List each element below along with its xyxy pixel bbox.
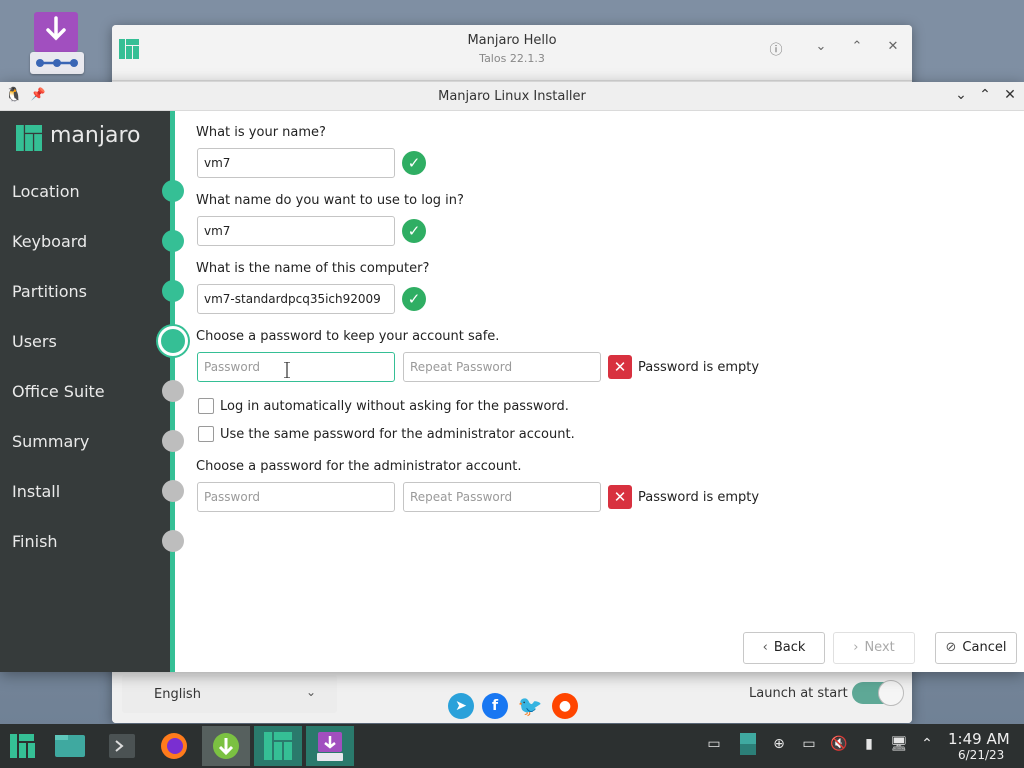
launch-at-start-label: Launch at start — [749, 686, 848, 701]
step-keyboard: Keyboard — [12, 232, 88, 251]
autologin-checkbox[interactable] — [198, 398, 214, 414]
firefox-icon[interactable] — [150, 726, 198, 766]
password-question: Choose a password to keep your account s… — [196, 329, 500, 344]
manjaro-logo-icon — [16, 125, 42, 151]
error-icon: ✕ — [608, 355, 632, 379]
minimize-icon[interactable]: ⌄ — [951, 87, 971, 103]
toggle-knob — [878, 680, 904, 706]
app-menu-button[interactable] — [0, 726, 48, 766]
steps-sidebar: manjaro Location Keyboard Partitions Use… — [0, 111, 170, 672]
hello-bottom-bar: English ⌄ ➤ f 🐦 ● Launch at start — [112, 671, 912, 723]
step-finish: Finish — [12, 532, 58, 551]
step-dot-pending — [162, 480, 184, 502]
check-icon: ✓ — [402, 151, 426, 175]
download-icon — [34, 12, 78, 52]
maximize-icon[interactable]: ⌃ — [975, 87, 995, 103]
facebook-icon[interactable]: f — [482, 693, 508, 719]
info-icon[interactable]: ⓘ — [767, 39, 785, 58]
autologin-label[interactable]: Log in automatically without asking for … — [220, 399, 569, 414]
step-install: Install — [12, 482, 61, 501]
step-dot-pending — [162, 380, 184, 402]
text-cursor-icon — [284, 362, 290, 378]
drive-icon — [30, 52, 84, 74]
hostname-question: What is the name of this computer? — [196, 261, 430, 276]
step-dot-done — [162, 280, 184, 302]
same-password-label[interactable]: Use the same password for the administra… — [220, 427, 575, 442]
login-name-input[interactable] — [197, 216, 395, 246]
update-icon[interactable]: ⊕ — [768, 736, 790, 752]
admin-password-input[interactable] — [197, 482, 395, 512]
manjaro-brand: manjaro — [16, 123, 166, 155]
next-label: Next — [864, 640, 895, 655]
admin-password-question: Choose a password for the administrator … — [196, 459, 522, 474]
clock-date[interactable]: 6/21/23 — [958, 748, 1004, 762]
admin-repeat-password-input[interactable] — [403, 482, 601, 512]
step-partitions: Partitions — [12, 282, 88, 301]
chevron-down-icon: ⌄ — [306, 685, 317, 699]
admin-password-error: Password is empty — [638, 490, 760, 505]
clock-time[interactable]: 1:49 AM — [948, 730, 1010, 748]
login-question: What name do you want to use to log in? — [196, 193, 464, 208]
step-dot-pending — [162, 530, 184, 552]
twitter-icon[interactable]: 🐦 — [517, 693, 543, 719]
show-desktop-icon[interactable]: ▭ — [703, 736, 725, 752]
hello-title: Manjaro Hello — [467, 33, 557, 48]
repeat-password-input[interactable] — [403, 352, 601, 382]
step-office-suite: Office Suite — [12, 382, 105, 401]
brand-wordmark: manjaro — [50, 123, 141, 148]
next-button[interactable]: › Next — [833, 632, 915, 664]
installer-task[interactable] — [306, 726, 354, 766]
hello-subtitle: Talos 22.1.3 — [479, 52, 545, 65]
reddit-icon[interactable]: ● — [552, 693, 578, 719]
installer-desktop-icon[interactable] — [28, 10, 86, 74]
close-icon[interactable]: ✕ — [884, 39, 902, 54]
error-icon: ✕ — [608, 485, 632, 509]
installer-window: 🐧 📌 Manjaro Linux Installer ⌄ ⌃ ✕ manjar… — [0, 82, 1024, 672]
step-location: Location — [12, 182, 80, 201]
terminal-icon[interactable] — [98, 726, 146, 766]
launch-at-start-toggle[interactable] — [852, 680, 904, 706]
volume-muted-icon[interactable]: 🔇 — [828, 736, 850, 752]
language-select[interactable]: English ⌄ — [122, 675, 337, 713]
cancel-label: Cancel — [962, 640, 1007, 655]
same-password-checkbox[interactable] — [198, 426, 214, 442]
chevron-right-icon: › — [853, 640, 859, 655]
hello-titlebar: Manjaro Hello Talos 22.1.3 ⓘ ⌄ ⌃ ✕ — [112, 25, 912, 81]
close-icon[interactable]: ✕ — [1000, 87, 1020, 103]
step-summary: Summary — [12, 432, 90, 451]
hostname-input[interactable] — [197, 284, 395, 314]
cancel-button[interactable]: ⊘ Cancel — [935, 632, 1017, 664]
installer-titlebar: 🐧 📌 Manjaro Linux Installer ⌄ ⌃ ✕ — [0, 82, 1024, 111]
step-dot-pending — [162, 430, 184, 452]
minimize-icon[interactable]: ⌄ — [812, 39, 830, 54]
installer-title: Manjaro Linux Installer — [438, 89, 586, 104]
full-name-input[interactable] — [197, 148, 395, 178]
console-icon[interactable]: ▭ — [798, 736, 820, 752]
usb-device-icon[interactable]: ▮ — [858, 736, 880, 752]
language-value: English — [154, 687, 201, 702]
maximize-icon[interactable]: ⌃ — [848, 39, 866, 54]
step-dot-done — [162, 180, 184, 202]
clipboard-icon[interactable] — [737, 732, 759, 760]
network-icon[interactable]: 🖥 — [888, 736, 910, 752]
password-error: Password is empty — [638, 360, 760, 375]
back-button[interactable]: ‹ Back — [743, 632, 825, 664]
name-question: What is your name? — [196, 125, 326, 140]
step-dot-done — [162, 230, 184, 252]
password-input[interactable] — [197, 352, 395, 382]
step-dot-current — [158, 326, 188, 356]
back-label: Back — [773, 640, 806, 655]
chevron-left-icon: ‹ — [762, 640, 768, 655]
step-users: Users — [12, 332, 57, 351]
telegram-icon[interactable]: ➤ — [448, 693, 474, 719]
file-manager-icon[interactable] — [46, 726, 94, 766]
downloader-icon[interactable] — [202, 726, 250, 766]
check-icon: ✓ — [402, 219, 426, 243]
cancel-icon: ⊘ — [945, 640, 957, 655]
check-icon: ✓ — [402, 287, 426, 311]
manjaro-hello-task[interactable] — [254, 726, 302, 766]
taskbar: ▭ ⊕ ▭ 🔇 ▮ 🖥 ⌃ 1:49 AM 6/21/23 — [0, 724, 1024, 768]
tray-expand-icon[interactable]: ⌃ — [916, 736, 938, 752]
